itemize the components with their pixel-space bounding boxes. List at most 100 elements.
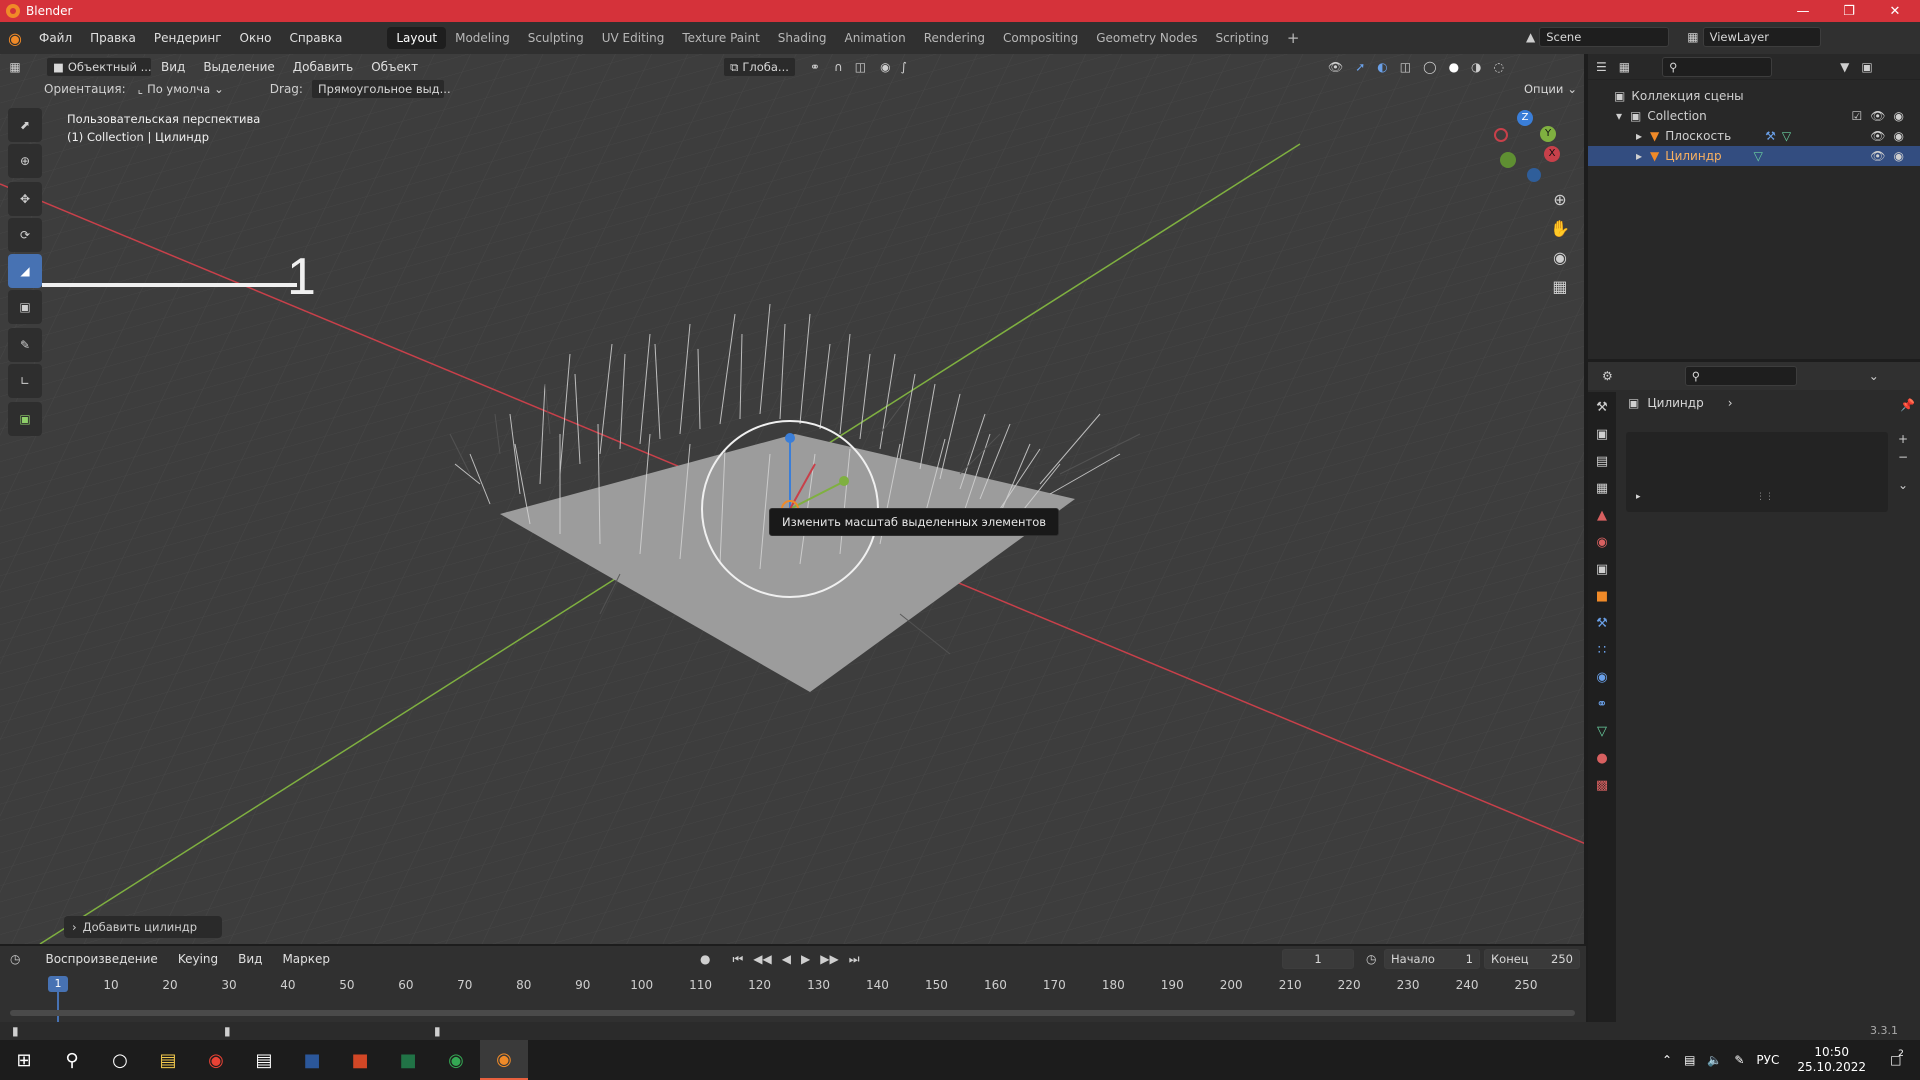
tab-texture-paint[interactable]: Texture Paint bbox=[673, 27, 768, 49]
navigation-gizmo[interactable]: Z Y X bbox=[1494, 110, 1564, 182]
view-layer-selector[interactable]: ViewLayer bbox=[1702, 27, 1821, 47]
menu-view[interactable]: Вид bbox=[152, 56, 194, 78]
outliner-item-cylinder[interactable]: ▸ ▼ Цилиндр ▽ 👁 ◉ bbox=[1588, 146, 1920, 166]
menu-select[interactable]: Выделение bbox=[194, 56, 283, 78]
grid-perspective-icon[interactable]: ▦ bbox=[1550, 277, 1570, 296]
snap-target-icon[interactable]: ◫ bbox=[855, 60, 866, 74]
options-dropdown[interactable]: Опции ⌄ bbox=[1518, 79, 1583, 99]
display-mode-icon[interactable]: ▦ bbox=[1619, 60, 1630, 74]
drag-dropdown[interactable]: Прямоугольное выд... bbox=[310, 79, 451, 99]
blender-menu-icon[interactable]: ◉ bbox=[0, 29, 30, 48]
filter-icon[interactable]: ▼ bbox=[1840, 60, 1849, 74]
jump-start-icon[interactable]: ⏮ bbox=[732, 952, 743, 967]
particle-systems-list[interactable]: ▸ ⋮⋮ bbox=[1626, 432, 1888, 512]
menu-help[interactable]: Справка bbox=[280, 27, 351, 49]
menu-timeline-view[interactable]: Вид bbox=[229, 948, 271, 970]
expand-arrow-icon[interactable]: ▸ bbox=[1636, 149, 1642, 163]
eye-icon[interactable]: 👁 bbox=[1870, 109, 1885, 123]
new-collection-icon[interactable]: ▣ bbox=[1861, 60, 1872, 74]
scale-tool[interactable]: ◢ bbox=[8, 254, 42, 288]
expand-arrow-icon[interactable]: ▾ bbox=[1616, 109, 1622, 123]
camera-icon[interactable]: ◉ bbox=[1894, 129, 1904, 143]
outliner-scene-collection[interactable]: ▣ Коллекция сцены bbox=[1588, 86, 1920, 106]
language-indicator[interactable]: РУС bbox=[1756, 1053, 1779, 1067]
checkbox-icon[interactable]: ☑ bbox=[1852, 109, 1863, 123]
camera-icon[interactable]: ◉ bbox=[1894, 149, 1904, 163]
physics-tab-icon[interactable]: ◉ bbox=[1596, 670, 1607, 685]
add-workspace-button[interactable]: + bbox=[1278, 27, 1309, 49]
tab-modeling[interactable]: Modeling bbox=[446, 27, 519, 49]
timeline-scrollbar[interactable] bbox=[10, 1010, 1575, 1016]
expand-arrow-icon[interactable]: ▸ bbox=[1636, 129, 1642, 143]
scene-selector[interactable]: Scene bbox=[1539, 27, 1670, 47]
3d-viewport[interactable]: 1 Пользовательская перспектива (1) Colle… bbox=[0, 54, 1586, 944]
tab-uv-editing[interactable]: UV Editing bbox=[593, 27, 674, 49]
clock[interactable]: 10:50 25.10.2022 bbox=[1797, 1045, 1866, 1075]
add-cube-tool[interactable]: ▣ bbox=[8, 402, 42, 436]
gizmo-toggle-icon[interactable]: ➚ bbox=[1355, 60, 1365, 74]
object-tab-icon[interactable]: ■ bbox=[1596, 589, 1608, 604]
timeline-editor-icon[interactable]: ◷ bbox=[10, 952, 20, 966]
proportional-edit-icon[interactable]: ◉ bbox=[880, 60, 890, 74]
chrome-app[interactable]: ◉ bbox=[192, 1040, 240, 1080]
mode-selector[interactable]: ■ Объектный ... bbox=[46, 57, 152, 77]
clock-icon[interactable]: ◷ bbox=[1366, 952, 1376, 966]
modifier-tab-icon[interactable]: ⚒ bbox=[1596, 616, 1608, 631]
xray-icon[interactable]: ◫ bbox=[1400, 60, 1411, 74]
next-keyframe-icon[interactable]: ▶▶ bbox=[820, 952, 838, 966]
pen-icon[interactable]: ✎ bbox=[1734, 1053, 1744, 1067]
close-button[interactable]: ✕ bbox=[1872, 0, 1918, 22]
particles-tab-icon[interactable]: ∷ bbox=[1598, 643, 1606, 658]
pan-hand-icon[interactable]: ✋ bbox=[1550, 219, 1570, 238]
view-layer-tab-icon[interactable]: ▦ bbox=[1596, 481, 1608, 496]
chevron-down-icon[interactable]: ⌄ bbox=[1898, 478, 1908, 492]
wireframe-shading-icon[interactable]: ◯ bbox=[1423, 60, 1436, 74]
properties-editor-icon[interactable]: ⚙ bbox=[1602, 369, 1613, 383]
falloff-icon[interactable]: ∫ bbox=[901, 60, 907, 74]
measure-tool[interactable]: ∟ bbox=[8, 364, 42, 398]
network-icon[interactable]: ▤ bbox=[1684, 1053, 1695, 1067]
cortana-button[interactable]: ○ bbox=[96, 1040, 144, 1080]
tab-geometry-nodes[interactable]: Geometry Nodes bbox=[1087, 27, 1206, 49]
eye-icon[interactable]: 👁 bbox=[1870, 149, 1885, 163]
pin-icon[interactable]: 📌 bbox=[1900, 398, 1915, 412]
transform-tool[interactable]: ▣ bbox=[8, 290, 42, 324]
powerpoint-app[interactable]: ■ bbox=[336, 1040, 384, 1080]
gizmo-x-axis[interactable]: X bbox=[1544, 146, 1560, 162]
gizmo-neg-x[interactable] bbox=[1494, 128, 1508, 142]
rotate-tool[interactable]: ⟳ bbox=[8, 218, 42, 252]
pivot-icon[interactable]: ⚭ bbox=[810, 60, 820, 74]
gizmo-neg-y[interactable] bbox=[1500, 152, 1516, 168]
tab-animation[interactable]: Animation bbox=[836, 27, 915, 49]
view-layer-icon[interactable]: ▦ bbox=[1687, 30, 1698, 44]
chevron-down-icon[interactable]: ⌄ bbox=[1869, 369, 1879, 383]
editor-type-icon[interactable]: ▦ bbox=[0, 60, 30, 74]
annotate-tool[interactable]: ✎ bbox=[8, 328, 42, 362]
menu-object[interactable]: Объект bbox=[362, 56, 427, 78]
properties-search-input[interactable]: ⚲ bbox=[1684, 366, 1797, 386]
tab-shading[interactable]: Shading bbox=[769, 27, 836, 49]
add-slot-button[interactable]: + bbox=[1898, 432, 1908, 446]
explorer-app[interactable]: ▤ bbox=[144, 1040, 192, 1080]
data-tab-icon[interactable]: ▽ bbox=[1597, 724, 1607, 739]
tab-sculpting[interactable]: Sculpting bbox=[519, 27, 593, 49]
tab-rendering[interactable]: Rendering bbox=[915, 27, 994, 49]
rendered-shading-icon[interactable]: ◌ bbox=[1494, 60, 1504, 74]
end-frame-field[interactable]: Конец 250 bbox=[1484, 949, 1580, 969]
word-app[interactable]: ■ bbox=[288, 1040, 336, 1080]
tool-tab-icon[interactable]: ⚒ bbox=[1596, 400, 1608, 415]
prev-keyframe-icon[interactable]: ◀◀ bbox=[753, 952, 771, 966]
visibility-icon[interactable]: 👁 bbox=[1328, 60, 1343, 74]
constraints-tab-icon[interactable]: ⚭ bbox=[1597, 697, 1608, 712]
gizmo-y-axis[interactable]: Y bbox=[1540, 126, 1556, 142]
menu-file[interactable]: Файл bbox=[30, 27, 81, 49]
select-box-tool[interactable]: ⬈ bbox=[8, 108, 42, 142]
menu-add[interactable]: Добавить bbox=[284, 56, 362, 78]
maximize-button[interactable]: ❐ bbox=[1826, 0, 1872, 22]
chrome-profile-app[interactable]: ◉ bbox=[432, 1040, 480, 1080]
scene-tab-icon[interactable]: ▲ bbox=[1597, 508, 1607, 523]
tab-compositing[interactable]: Compositing bbox=[994, 27, 1087, 49]
material-shading-icon[interactable]: ◑ bbox=[1471, 60, 1481, 74]
zoom-icon[interactable]: ⊕ bbox=[1550, 190, 1570, 209]
expand-arrow-icon[interactable]: ▸ bbox=[1636, 492, 1641, 502]
